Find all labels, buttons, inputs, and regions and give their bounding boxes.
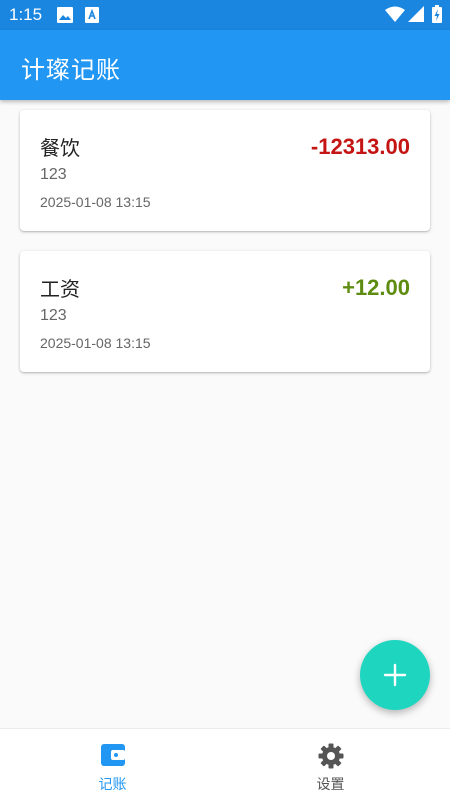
status-time: 1:15 <box>9 5 43 24</box>
app-notification-icon <box>85 7 99 27</box>
nav-label-bookkeeping: 记账 <box>98 777 127 793</box>
record-amount: -12313.00 <box>310 134 410 159</box>
battery-icon <box>432 5 442 27</box>
record-note: 123 <box>40 166 67 183</box>
wallet-icon <box>100 743 126 771</box>
record-datetime: 2025-01-08 13:15 <box>40 335 151 351</box>
record-note: 123 <box>40 307 67 324</box>
nav-item-settings[interactable]: 设置 <box>218 729 443 801</box>
app-bar: 计璨记账 <box>0 30 450 100</box>
record-category: 餐饮 <box>40 136 80 160</box>
signal-icon <box>408 6 424 26</box>
plus-icon <box>383 663 407 687</box>
wifi-icon <box>385 6 405 26</box>
gear-icon <box>318 743 344 773</box>
record-category: 工资 <box>40 277 80 301</box>
nav-label-settings: 设置 <box>316 777 345 793</box>
status-bar: 1:15 <box>0 0 450 30</box>
nav-item-bookkeeping[interactable]: 记账 <box>0 729 225 801</box>
gallery-notification-icon <box>57 7 73 27</box>
record-card[interactable]: 餐饮 123 2025-01-08 13:15 -12313.00 <box>20 110 430 231</box>
record-amount: +12.00 <box>342 275 410 300</box>
record-card[interactable]: 工资 123 2025-01-08 13:15 +12.00 <box>20 251 430 372</box>
app-title: 计璨记账 <box>21 56 121 84</box>
record-datetime: 2025-01-08 13:15 <box>40 194 151 210</box>
add-record-button[interactable] <box>360 640 430 710</box>
bottom-nav: 记账 设置 <box>0 728 450 801</box>
